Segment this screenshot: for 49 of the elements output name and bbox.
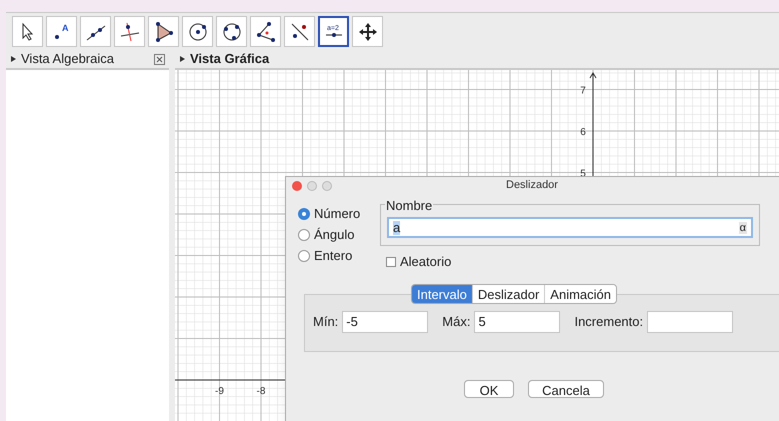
tool-button[interactable]	[114, 16, 145, 47]
close-icon[interactable]	[154, 54, 165, 64]
tab[interactable]: Intervalo	[412, 284, 472, 302]
symbol-button[interactable]: α	[738, 222, 747, 234]
expand-icon[interactable]	[179, 55, 186, 63]
radio-button[interactable]	[298, 228, 310, 240]
name-field[interactable]: a α	[387, 217, 753, 238]
number-field[interactable]	[647, 310, 734, 332]
tool-button[interactable]	[182, 16, 213, 47]
radio-button[interactable]	[298, 208, 310, 220]
tool-button[interactable]	[250, 16, 281, 47]
tool-button[interactable]: A	[46, 16, 77, 47]
number-field[interactable]: 5	[474, 310, 560, 332]
move-icon	[356, 20, 378, 42]
circle-points-icon	[220, 20, 242, 42]
reflect-icon	[288, 20, 310, 42]
dialog-button[interactable]: OK	[464, 380, 514, 398]
angle-icon	[254, 20, 276, 42]
radio-option[interactable]: Ángulo	[298, 225, 380, 244]
tool-button[interactable]	[148, 16, 179, 47]
tool-button[interactable]	[352, 16, 383, 47]
tool-button[interactable]	[284, 16, 315, 47]
tool-button[interactable]	[80, 16, 111, 47]
tool-button[interactable]	[12, 16, 43, 47]
dialog-title: Deslizador	[506, 178, 558, 194]
radio-option[interactable]: Entero	[298, 246, 380, 265]
perpendicular-icon	[118, 20, 140, 42]
tick-label: 6	[580, 127, 586, 138]
close-icon[interactable]	[292, 180, 302, 190]
field-label: Mín:	[313, 312, 338, 331]
expand-icon[interactable]	[10, 55, 17, 63]
tick-label: -9	[215, 386, 224, 397]
radio-button[interactable]	[298, 250, 310, 262]
tick-label: -8	[256, 386, 266, 397]
circle-icon	[186, 20, 208, 42]
tab[interactable]: Animación	[544, 284, 616, 302]
field-label: Máx:	[442, 312, 470, 331]
number-field[interactable]: -5	[342, 310, 428, 332]
name-value: a	[393, 220, 400, 234]
checkbox-option[interactable]: Aleatorio	[386, 252, 760, 272]
panel-title: Vista Algebraica	[21, 50, 114, 68]
dialog-button[interactable]: Cancela	[528, 380, 604, 398]
checkbox[interactable]	[386, 256, 396, 267]
radio-option[interactable]: Número	[298, 204, 380, 223]
tab[interactable]: Deslizador	[472, 284, 544, 302]
field-label: Incremento:	[574, 312, 644, 331]
tool-button[interactable]	[216, 16, 247, 47]
tick-label: 7	[580, 86, 586, 96]
panel-title: Vista Gráfica	[190, 50, 270, 68]
